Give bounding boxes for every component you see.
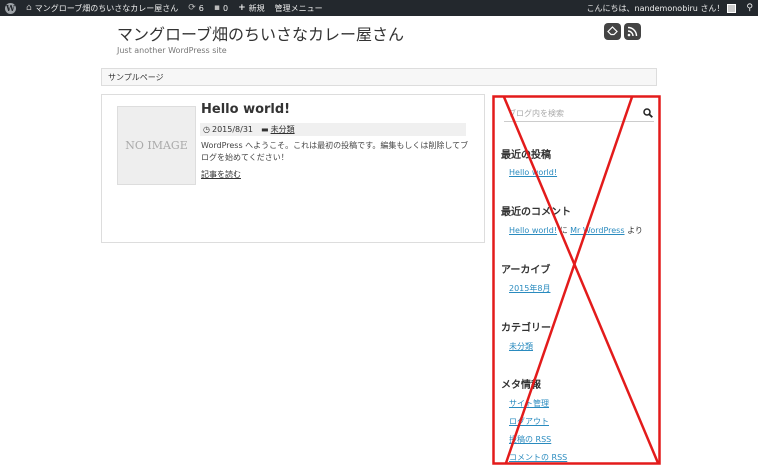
site-title[interactable]: マングローブ畑のちいさなカレー屋さん: [117, 21, 404, 45]
admin-bar: W ⌂ マングローブ畑のちいさなカレー屋さん ⟳ 6 ▪ 0 + 新規 管理メニ…: [0, 0, 758, 16]
plus-icon: +: [238, 3, 246, 13]
admin-search-button[interactable]: ⚲: [741, 0, 758, 16]
search-icon: ⚲: [746, 3, 753, 13]
comments-button[interactable]: ▪ 0: [209, 0, 233, 16]
read-more-link[interactable]: 記事を読む: [201, 169, 241, 180]
comment-suffix-text: より: [627, 226, 643, 235]
meta-admin-link[interactable]: サイト管理: [509, 398, 549, 409]
search-icon[interactable]: [643, 108, 653, 121]
archive-link[interactable]: 2015年8月: [509, 283, 550, 294]
categories-title: カテゴリー: [501, 323, 551, 334]
refresh-icon: ⟳: [188, 3, 196, 13]
post-thumbnail[interactable]: NO IMAGE: [117, 106, 196, 185]
clock-icon: ◷: [203, 125, 210, 134]
account-greeting: こんにちは、nandemonobiru さん！: [586, 3, 725, 13]
admin-menu-label: 管理メニュー: [274, 3, 323, 13]
sidebar: ブログ内を検索 最近の投稿 Hello world! 最近のコメント Hello…: [492, 95, 661, 465]
admin-site-name: マングローブ畑のちいさなカレー屋さん: [34, 3, 179, 13]
comment-icon: ▪: [213, 3, 220, 13]
updates-count: 6: [198, 3, 204, 13]
navigation-bar: サンプルページ: [101, 68, 657, 86]
meta-posts-rss-link[interactable]: 投稿の RSS: [509, 434, 551, 445]
recent-posts-title: 最近の投稿: [501, 150, 551, 161]
wordpress-logo-button[interactable]: W: [0, 0, 21, 16]
post-excerpt: WordPress へようこそ。これは最初の投稿です。編集もしくは削除してブログ…: [201, 141, 469, 162]
comment-author-link[interactable]: Mr WordPress: [570, 226, 624, 235]
header-icons: [604, 23, 641, 40]
archives-title: アーカイブ: [501, 265, 551, 276]
updates-button[interactable]: ⟳ 6: [183, 0, 209, 16]
comment-on-text: に: [559, 226, 568, 235]
sidebar-search-input[interactable]: ブログ内を検索: [504, 105, 654, 122]
post-title[interactable]: Hello world!: [201, 102, 290, 117]
recent-comments-title: 最近のコメント: [501, 207, 571, 218]
post-meta: ◷ 2015/8/31 ▬ 未分類: [200, 123, 466, 136]
post-category: ▬ 未分類: [261, 124, 295, 135]
home-icon: ⌂: [26, 3, 32, 13]
thumbnail-text: NO IMAGE: [125, 139, 188, 152]
recent-post-link[interactable]: Hello world!: [509, 168, 557, 177]
wordpress-logo-icon: W: [5, 2, 16, 14]
meta-logout-link[interactable]: ログアウト: [509, 416, 549, 427]
meta-comments-rss-link[interactable]: コメントの RSS: [509, 452, 567, 463]
meta-title: メタ情報: [501, 380, 541, 391]
comment-post-link[interactable]: Hello world!: [509, 226, 557, 235]
rss-icon[interactable]: [624, 23, 641, 40]
site-name-menu[interactable]: ⌂ マングローブ畑のちいさなカレー屋さん: [21, 0, 183, 16]
comments-count: 0: [223, 3, 229, 13]
category-link[interactable]: 未分類: [509, 341, 533, 352]
post-category-link[interactable]: 未分類: [271, 124, 295, 135]
post-date: ◷ 2015/8/31: [203, 125, 253, 134]
feedly-icon[interactable]: [604, 23, 621, 40]
nav-item-sample-page[interactable]: サンプルページ: [108, 73, 164, 82]
folder-icon: ▬: [261, 125, 269, 134]
my-account-menu[interactable]: こんにちは、nandemonobiru さん！: [582, 0, 742, 16]
avatar: [727, 3, 737, 13]
new-label: 新規: [248, 3, 265, 13]
new-content-button[interactable]: + 新規: [233, 0, 270, 16]
post-list: NO IMAGE Hello world! ◷ 2015/8/31 ▬ 未分類 …: [101, 94, 485, 243]
recent-comment-item: Hello world! に Mr WordPress より: [509, 225, 643, 236]
site-description: Just another WordPress site: [117, 46, 227, 55]
admin-menu-link[interactable]: 管理メニュー: [270, 0, 328, 16]
post-date-text: 2015/8/31: [211, 125, 254, 134]
